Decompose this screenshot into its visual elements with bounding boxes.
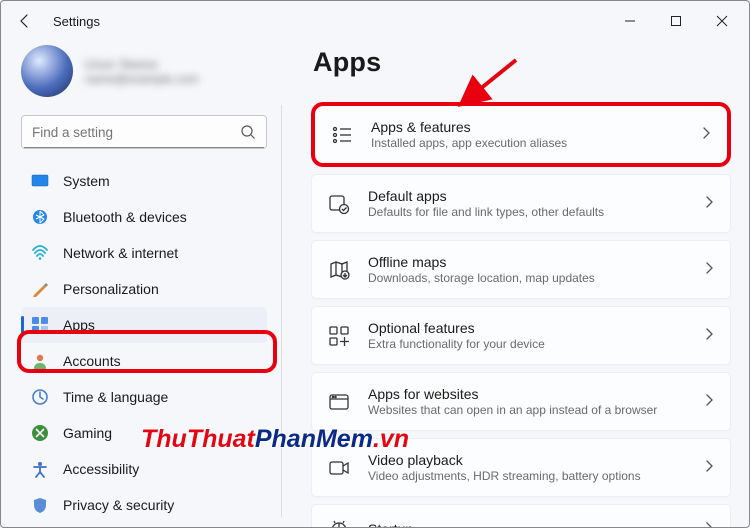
sidebar-item-label: Gaming (63, 425, 112, 441)
chevron-right-icon (704, 261, 714, 278)
optional-features-icon (328, 325, 350, 347)
sidebar-item-label: Privacy & security (63, 497, 174, 513)
sidebar-item-gaming[interactable]: Gaming (21, 415, 267, 451)
bluetooth-icon (31, 208, 49, 226)
minimize-icon (624, 15, 636, 27)
system-icon (31, 172, 49, 190)
search-input[interactable] (32, 125, 240, 140)
minimize-button[interactable] (607, 6, 653, 36)
maximize-button[interactable] (653, 6, 699, 36)
sidebar-item-label: Apps (63, 317, 95, 333)
close-icon (716, 15, 728, 27)
video-playback-icon (328, 457, 350, 479)
network-icon (31, 244, 49, 262)
startup-icon (328, 518, 350, 527)
back-button[interactable] (11, 7, 39, 35)
sidebar-item-personalization[interactable]: Personalization (21, 271, 267, 307)
window-title: Settings (53, 14, 100, 29)
card-subtitle: Video adjustments, HDR streaming, batter… (368, 469, 686, 483)
card-title: Startup (368, 521, 686, 528)
card-subtitle: Installed apps, app execution aliases (371, 136, 683, 150)
profile-email: name@example.com (85, 72, 199, 86)
card-offline-maps[interactable]: Offline mapsDownloads, storage location,… (311, 240, 731, 299)
accessibility-icon (31, 460, 49, 478)
offline-maps-icon (328, 259, 350, 281)
card-list: Apps & featuresInstalled apps, app execu… (311, 102, 737, 527)
apps-features-icon (331, 124, 353, 146)
sidebar-item-label: Accessibility (63, 461, 139, 477)
card-subtitle: Downloads, storage location, map updates (368, 271, 686, 285)
card-subtitle: Defaults for file and link types, other … (368, 205, 686, 219)
sidebar-item-label: Personalization (63, 281, 159, 297)
time-language-icon (31, 388, 49, 406)
accounts-icon (31, 352, 49, 370)
chevron-right-icon (704, 195, 714, 212)
sidebar-item-network[interactable]: Network & internet (21, 235, 267, 271)
search-icon (240, 124, 256, 140)
default-apps-icon (328, 193, 350, 215)
chevron-right-icon (704, 327, 714, 344)
avatar (21, 45, 73, 97)
gaming-icon (31, 424, 49, 442)
chevron-right-icon (704, 459, 714, 476)
sidebar-item-system[interactable]: System (21, 163, 267, 199)
card-title: Optional features (368, 320, 686, 336)
sidebar-item-bluetooth[interactable]: Bluetooth & devices (21, 199, 267, 235)
annotation-arrow (454, 54, 524, 114)
sidebar-item-label: Time & language (63, 389, 168, 405)
arrow-left-icon (17, 13, 33, 29)
card-apps-websites[interactable]: Apps for websitesWebsites that can open … (311, 372, 731, 431)
card-title: Apps for websites (368, 386, 686, 402)
apps-icon (31, 316, 49, 334)
card-startup[interactable]: Startup (311, 504, 731, 527)
card-video-playback[interactable]: Video playbackVideo adjustments, HDR str… (311, 438, 731, 497)
chevron-right-icon (704, 521, 714, 528)
sidebar-item-accounts[interactable]: Accounts (21, 343, 267, 379)
sidebar: User Name name@example.com System Blueto… (1, 41, 281, 527)
sidebar-item-label: Network & internet (63, 245, 178, 261)
card-subtitle: Extra functionality for your device (368, 337, 686, 351)
apps-websites-icon (328, 391, 350, 413)
card-title: Default apps (368, 188, 686, 204)
sidebar-item-accessibility[interactable]: Accessibility (21, 451, 267, 487)
profile-block[interactable]: User Name name@example.com (21, 45, 267, 97)
sidebar-nav: System Bluetooth & devices Network & int… (21, 163, 271, 527)
card-default-apps[interactable]: Default appsDefaults for file and link t… (311, 174, 731, 233)
chevron-right-icon (701, 126, 711, 143)
sidebar-item-label: Accounts (63, 353, 121, 369)
card-subtitle: Websites that can open in an app instead… (368, 403, 686, 417)
card-optional-features[interactable]: Optional featuresExtra functionality for… (311, 306, 731, 365)
close-button[interactable] (699, 6, 745, 36)
sidebar-item-apps[interactable]: Apps (21, 307, 267, 343)
privacy-icon (31, 496, 49, 514)
profile-name: User Name (85, 56, 199, 72)
sidebar-item-privacy[interactable]: Privacy & security (21, 487, 267, 523)
chevron-right-icon (704, 393, 714, 410)
maximize-icon (670, 15, 682, 27)
sidebar-item-label: System (63, 173, 110, 189)
search-input-container[interactable] (21, 115, 267, 149)
sidebar-item-time-language[interactable]: Time & language (21, 379, 267, 415)
personalization-icon (31, 280, 49, 298)
card-title: Video playback (368, 452, 686, 468)
titlebar: Settings (1, 1, 749, 41)
card-title: Offline maps (368, 254, 686, 270)
sidebar-item-label: Bluetooth & devices (63, 209, 187, 225)
card-title: Apps & features (371, 119, 683, 135)
